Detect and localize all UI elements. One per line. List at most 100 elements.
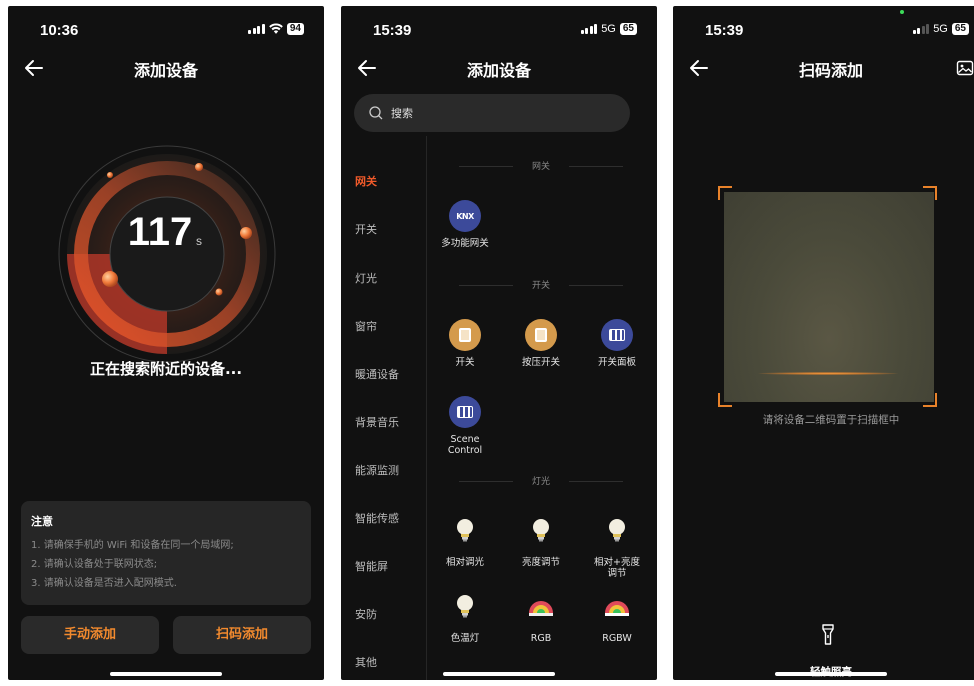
battery-icon: 94 (286, 23, 304, 35)
home-indicator (775, 672, 887, 676)
category-item-other[interactable]: 其他 (355, 654, 377, 670)
device-item-push-switch[interactable]: 按压开关 (503, 319, 579, 368)
nav-bar: 扫码添加 (673, 54, 974, 82)
search-input[interactable]: 搜索 (354, 94, 630, 132)
device-item-switch[interactable]: 开关 (427, 319, 503, 368)
category-item-energy[interactable]: 能源监测 (355, 462, 399, 478)
category-item-security[interactable]: 安防 (355, 606, 377, 622)
notes-line: 1. 请确保手机的 WiFi 和设备在同一个局域网; (31, 540, 234, 551)
category-item-gateway[interactable]: 网关 (355, 173, 377, 189)
scan-hint: 请将设备二维码置于扫描框中 (762, 414, 900, 426)
switch-icon (449, 319, 481, 351)
category-sidebar: 网关 开关 灯光 窗帘 暖通设备 背景音乐 能源监测 智能传感 智能屏 安防 其… (341, 136, 427, 680)
device-item-rgb[interactable]: RGB (503, 591, 579, 644)
device-item-scene-control[interactable]: Scene Control (427, 396, 503, 456)
privacy-indicator (900, 10, 904, 14)
device-item-relative-brightness[interactable]: 相对+亮度调节 (579, 515, 655, 579)
device-label: 开关 (455, 357, 475, 368)
countdown-value: 117 (128, 210, 193, 254)
phone-scan-add: 15:39 5G 65 扫码添加 请将设备二维码置于扫描框中 轻触照亮 (673, 6, 974, 680)
signal-icon (912, 24, 930, 34)
section-header-switch: 开关 (459, 278, 623, 292)
bulb-icon (457, 595, 473, 618)
notes-line: 3. 请确认设备是否进入配网模式. (31, 578, 177, 589)
section-header-light: 灯光 (459, 474, 623, 488)
battery-icon: 65 (619, 23, 637, 35)
phone-add-device-searching: 10:36 94 添加设备 117 s 正在搜索附近的设备... 注意 1. 请… (8, 6, 324, 680)
device-item-color-temp[interactable]: 色温灯 (427, 591, 503, 644)
device-item-brightness[interactable]: 亮度调节 (503, 515, 579, 568)
bulb-icon (533, 519, 549, 542)
signal-icon (580, 24, 598, 34)
page-title: 扫码添加 (798, 61, 863, 80)
device-label: RGBW (602, 633, 632, 644)
category-item-curtain[interactable]: 窗帘 (355, 318, 377, 334)
device-label: 按压开关 (521, 357, 560, 368)
device-item-relative-dimming[interactable]: 相对调光 (427, 515, 503, 568)
scan-frame (724, 192, 934, 402)
search-placeholder: 搜索 (391, 107, 413, 120)
frame-corner (718, 393, 732, 407)
page-title: 添加设备 (466, 61, 531, 80)
back-arrow-icon[interactable] (22, 56, 46, 80)
countdown-unit: s (196, 234, 202, 248)
network-type: 5G (601, 23, 616, 35)
status-bar: 15:39 5G 65 (341, 6, 657, 50)
flashlight-icon[interactable] (820, 624, 836, 646)
category-item-screen[interactable]: 智能屏 (355, 558, 388, 574)
device-label: 多功能网关 (441, 238, 489, 249)
status-time: 15:39 (705, 22, 744, 39)
device-label: RGB (530, 633, 552, 644)
back-arrow-icon[interactable] (355, 56, 379, 80)
switch-panel-icon (601, 319, 633, 351)
category-item-hvac[interactable]: 暖通设备 (355, 366, 399, 382)
battery-icon: 65 (951, 23, 969, 35)
push-switch-icon (525, 319, 557, 351)
device-label: 色温灯 (450, 633, 480, 644)
phone-add-device-list: 15:39 5G 65 添加设备 搜索 网关 开关 灯光 窗帘 暖通设备 背景音… (341, 6, 657, 680)
category-item-switch[interactable]: 开关 (355, 221, 377, 237)
photo-album-icon[interactable] (955, 58, 974, 78)
home-indicator (443, 672, 555, 676)
network-type: 5G (933, 23, 948, 35)
notes-line: 2. 请确认设备处于联网状态; (31, 559, 158, 570)
device-label: 开关面板 (597, 357, 636, 368)
scan-add-button[interactable]: 扫码添加 (173, 616, 311, 654)
frame-corner (718, 186, 732, 200)
nav-bar: 添加设备 (8, 54, 324, 82)
manual-add-button[interactable]: 手动添加 (21, 616, 159, 654)
back-arrow-icon[interactable] (687, 56, 711, 80)
rgb-lamp-icon (529, 601, 553, 616)
scan-line (758, 372, 898, 375)
home-indicator (110, 672, 222, 676)
status-time: 10:36 (40, 22, 79, 39)
device-label: Scene Control (447, 434, 483, 456)
device-item-gateway[interactable]: KNX 多功能网关 (427, 200, 503, 249)
status-bar: 15:39 5G 65 (673, 6, 974, 50)
status-bar: 10:36 94 (8, 6, 324, 50)
scene-control-icon (449, 396, 481, 428)
frame-corner (923, 393, 937, 407)
category-item-sensor[interactable]: 智能传感 (355, 510, 399, 526)
searching-text: 正在搜索附近的设备... (89, 360, 243, 378)
section-header-gateway: 网关 (459, 159, 623, 173)
nav-bar: 添加设备 (341, 54, 657, 82)
search-icon (369, 106, 383, 120)
bulb-icon (609, 519, 625, 542)
frame-corner (923, 186, 937, 200)
wifi-icon (269, 23, 283, 34)
bulb-icon (457, 519, 473, 542)
device-item-rgbw[interactable]: RGBW (579, 591, 655, 644)
status-time: 15:39 (373, 22, 412, 39)
device-label: 相对调光 (445, 557, 484, 568)
search-radar: 117 s (58, 145, 276, 363)
device-label: 相对+亮度调节 (594, 557, 640, 579)
rgbw-lamp-icon (605, 601, 629, 616)
category-item-music[interactable]: 背景音乐 (355, 414, 399, 430)
page-title: 添加设备 (133, 61, 198, 80)
knx-icon: KNX (449, 200, 481, 232)
device-item-switch-panel[interactable]: 开关面板 (579, 319, 655, 368)
category-item-light[interactable]: 灯光 (355, 270, 377, 286)
notes-panel: 注意 1. 请确保手机的 WiFi 和设备在同一个局域网; 2. 请确认设备处于… (21, 501, 311, 605)
signal-icon (248, 24, 265, 34)
